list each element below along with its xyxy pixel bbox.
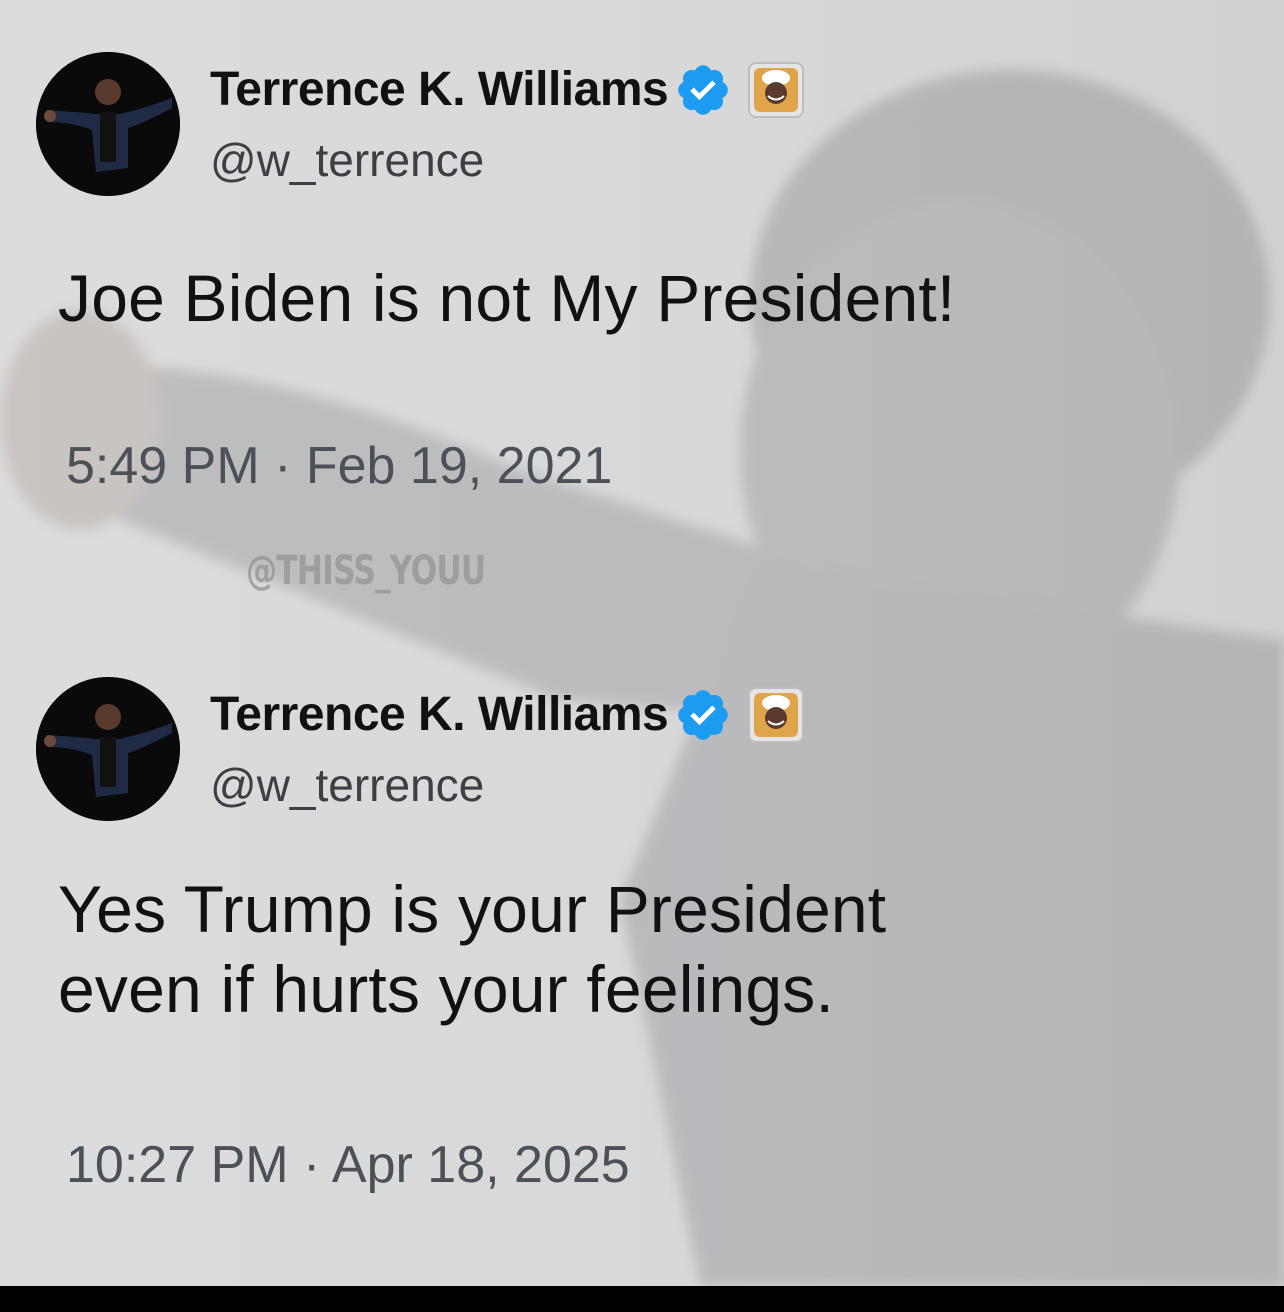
- name-row: Terrence K. Williams: [210, 60, 805, 120]
- avatar-photo-icon: [36, 677, 180, 821]
- tweet-header: Terrence K. Williams @w_terrence: [36, 677, 1256, 823]
- handle[interactable]: @w_terrence: [210, 757, 484, 813]
- display-name[interactable]: Terrence K. Williams: [210, 60, 669, 120]
- tweet-card: Terrence K. Williams @w_terrence Yes Tru…: [36, 677, 1256, 1194]
- screenshot-canvas: Terrence K. Williams @w_terrence Joe Bid…: [0, 0, 1284, 1286]
- watermark-text: @THISS_YOUU: [246, 548, 486, 594]
- tweet-text: Yes Trump is your President even if hurt…: [58, 872, 887, 1026]
- tweet-header: Terrence K. Williams @w_terrence: [36, 52, 1256, 198]
- chef-emoji-badge-icon[interactable]: [748, 687, 805, 743]
- display-name[interactable]: Terrence K. Williams: [210, 685, 669, 745]
- avatar[interactable]: [36, 52, 180, 196]
- timestamp[interactable]: 10:27 PM · Apr 18, 2025: [66, 1133, 630, 1197]
- tweet-text: Joe Biden is not My President!: [58, 261, 956, 335]
- avatar-photo-icon: [36, 52, 180, 196]
- bottom-black-bar: [0, 1286, 1284, 1312]
- verified-badge-icon: [678, 65, 728, 115]
- tweet-card: Terrence K. Williams @w_terrence Joe Bid…: [36, 52, 1256, 495]
- handle[interactable]: @w_terrence: [210, 132, 484, 188]
- avatar[interactable]: [36, 677, 180, 821]
- timestamp[interactable]: 5:49 PM · Feb 19, 2021: [66, 434, 612, 498]
- chef-emoji-badge-icon[interactable]: [748, 62, 805, 118]
- verified-badge-icon: [678, 690, 728, 740]
- name-row: Terrence K. Williams: [210, 685, 805, 745]
